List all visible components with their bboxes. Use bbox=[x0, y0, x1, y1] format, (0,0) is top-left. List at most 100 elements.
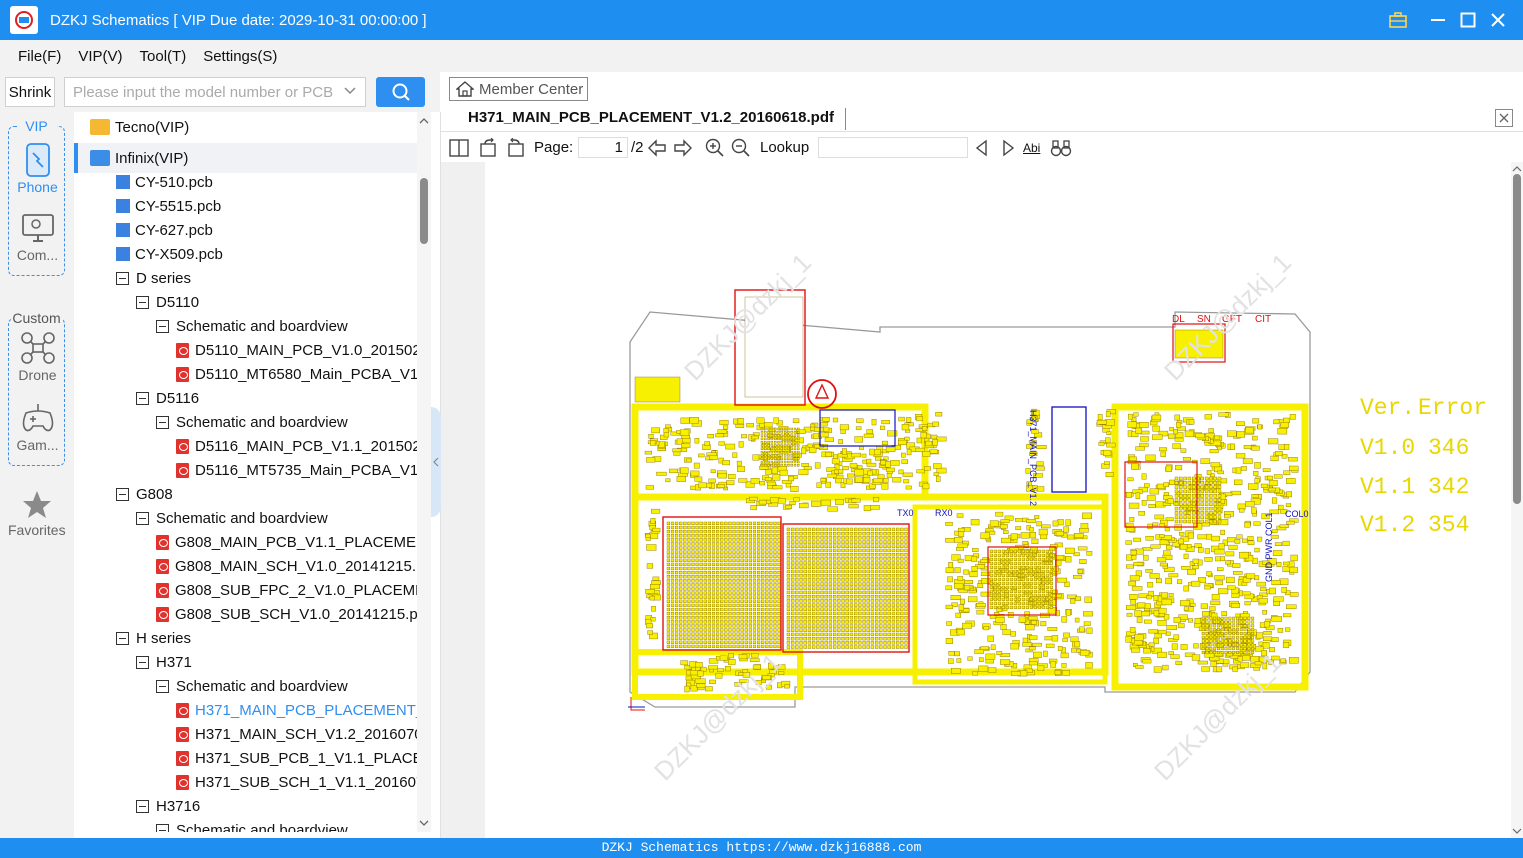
tree-item[interactable]: G808_MAIN_PCB_V1.1_PLACEMENT.p bbox=[156, 530, 417, 554]
category-game[interactable]: Gam... bbox=[9, 403, 66, 453]
shrink-button[interactable]: Shrink bbox=[5, 77, 55, 107]
pdf-file-icon bbox=[156, 606, 169, 622]
tree-item-label: Schematic and boardview bbox=[176, 317, 348, 335]
tree-item-label: D5110 bbox=[156, 293, 200, 311]
zoom-in-icon[interactable] bbox=[705, 138, 725, 158]
category-drone[interactable]: Drone bbox=[9, 331, 66, 383]
tree-item[interactable]: H371_SUB_SCH_1_V1.1_20160707. bbox=[176, 770, 417, 794]
collapse-icon bbox=[136, 511, 149, 525]
tree-item[interactable]: D5116 bbox=[136, 386, 199, 410]
zoom-out-icon[interactable] bbox=[731, 138, 751, 158]
minimize-icon[interactable] bbox=[1426, 8, 1450, 32]
close-document-icon[interactable] bbox=[1495, 109, 1513, 127]
tree-item[interactable]: H371_MAIN_PCB_PLACEMENT_V1 bbox=[176, 698, 417, 722]
tree-item[interactable]: Tecno(VIP) bbox=[90, 113, 189, 141]
tree-item[interactable]: CY-5515.pcb bbox=[116, 194, 221, 218]
tree-item[interactable]: Infinix(VIP) bbox=[74, 143, 417, 173]
previous-page-icon[interactable] bbox=[647, 138, 667, 158]
search-button[interactable] bbox=[376, 77, 425, 107]
error-row-2: 342 bbox=[1428, 474, 1469, 500]
pdf-scroll-thumb[interactable] bbox=[1513, 174, 1521, 504]
pdf-scrollbar[interactable] bbox=[1511, 162, 1523, 838]
pdf-file-icon bbox=[176, 774, 189, 790]
tree-item[interactable]: H371_SUB_PCB_1_V1.1_PLACEMEI bbox=[176, 746, 417, 770]
tree-item[interactable]: H3716 bbox=[136, 794, 200, 818]
pdf-file-icon bbox=[156, 534, 169, 550]
lookup-input[interactable] bbox=[818, 137, 968, 158]
tree-item[interactable]: Schematic and boardview bbox=[136, 506, 328, 530]
menu-tool[interactable]: Tool(T) bbox=[140, 48, 187, 65]
pdf-toolbar: Page: 1 /2 Lookup Abi bbox=[441, 133, 1523, 162]
tree-item[interactable]: CY-510.pcb bbox=[116, 170, 213, 194]
tree-item-label: H371_SUB_PCB_1_V1.1_PLACEMEI bbox=[195, 749, 417, 767]
rotate-right-icon[interactable] bbox=[505, 137, 525, 158]
tree-item[interactable]: Schematic and boardview bbox=[156, 818, 348, 832]
binoculars-icon[interactable] bbox=[1050, 138, 1072, 158]
tree-item[interactable]: Schematic and boardview bbox=[156, 410, 348, 434]
search-input[interactable] bbox=[65, 78, 335, 106]
tree-item[interactable]: D5116_MT5735_Main_PCBA_V1_S bbox=[176, 458, 417, 482]
chevron-down-icon[interactable] bbox=[343, 84, 357, 101]
find-previous-icon[interactable] bbox=[972, 138, 992, 158]
computer-icon bbox=[21, 214, 54, 242]
tree-item[interactable]: H371 bbox=[136, 650, 192, 674]
tree-item[interactable]: D5110 bbox=[136, 290, 199, 314]
tree-item[interactable]: H371_MAIN_SCH_V1.2_20160707.p bbox=[176, 722, 417, 746]
match-case-icon[interactable]: Abi bbox=[1023, 138, 1043, 158]
tree-item[interactable]: Schematic and boardview bbox=[156, 314, 348, 338]
maximize-icon[interactable] bbox=[1456, 8, 1480, 32]
briefcase-icon[interactable] bbox=[1386, 8, 1410, 32]
tree-item[interactable]: H series bbox=[116, 626, 191, 650]
collapse-handle[interactable] bbox=[431, 407, 441, 517]
category-favorites[interactable]: Favorites bbox=[8, 490, 66, 538]
tree-item[interactable]: G808 bbox=[116, 482, 173, 506]
pdf-file-icon bbox=[176, 342, 189, 358]
find-next-icon[interactable] bbox=[998, 138, 1018, 158]
next-page-icon[interactable] bbox=[673, 138, 693, 158]
search-icon bbox=[392, 83, 410, 101]
menu-settings[interactable]: Settings(S) bbox=[203, 48, 277, 65]
tree-item[interactable]: D5116_MAIN_PCB_V1.1_20150212 bbox=[176, 434, 417, 458]
tree-item[interactable]: CY-627.pcb bbox=[116, 218, 213, 242]
toggle-sidebar-icon[interactable] bbox=[449, 138, 469, 158]
model-tree: Tecno(VIP) Infinix(VIP) CY-510.pcb CY-5515.… bbox=[74, 112, 417, 832]
page-number-input[interactable]: 1 bbox=[578, 137, 628, 158]
label-gnd-pwr-col1: GND PWR COL1 bbox=[1264, 512, 1274, 582]
custom-group-label: Custom bbox=[10, 310, 63, 326]
close-icon[interactable] bbox=[1486, 8, 1510, 32]
tree-scroll-thumb[interactable] bbox=[420, 178, 428, 244]
label-tx0: TX0 bbox=[897, 508, 914, 518]
tree-item[interactable]: Schematic and boardview bbox=[156, 674, 348, 698]
category-computer[interactable]: Com... bbox=[9, 213, 66, 263]
tree-scrollbar[interactable] bbox=[417, 112, 431, 832]
menu-file[interactable]: File(F) bbox=[18, 48, 61, 65]
member-center-button[interactable]: Member Center bbox=[449, 77, 588, 101]
tree-item[interactable]: D series bbox=[116, 266, 191, 290]
chevron-left-icon bbox=[433, 457, 439, 467]
scroll-up-icon bbox=[419, 118, 429, 124]
status-bar: DZKJ Schematics https://www.dzkj16888.co… bbox=[0, 838, 1523, 858]
tree-item-label: Schematic and boardview bbox=[176, 677, 348, 695]
pdf-viewer[interactable]: H371_MAIN_PCB_V1.2 DL SN GFT CIT TX0 RX0… bbox=[441, 162, 1511, 838]
folder-open-icon bbox=[90, 150, 110, 166]
tree-item[interactable]: D5110_MT6580_Main_PCBA_V1_S bbox=[176, 362, 417, 386]
pcb-file-icon bbox=[116, 175, 130, 189]
pdf-page[interactable]: H371_MAIN_PCB_V1.2 DL SN GFT CIT TX0 RX0… bbox=[485, 162, 1511, 838]
tree-item[interactable]: D5110_MAIN_PCB_V1.0_20150210 bbox=[176, 338, 417, 362]
tree-item[interactable]: G808_SUB_FPC_2_V1.0_PLACEMENT.p bbox=[156, 578, 417, 602]
scroll-down-icon bbox=[419, 820, 429, 826]
panel-splitter[interactable] bbox=[431, 112, 441, 838]
tree-item[interactable]: CY-X509.pcb bbox=[116, 242, 223, 266]
category-rail: VIP Phone Com... Custom Drone Gam... Fav… bbox=[0, 112, 74, 838]
label-cit: CIT bbox=[1255, 314, 1271, 325]
tree-item-label: Infinix(VIP) bbox=[115, 149, 189, 167]
tree-item[interactable]: G808_MAIN_SCH_V1.0_20141215.pdf bbox=[156, 554, 417, 578]
menu-vip[interactable]: VIP(V) bbox=[78, 48, 122, 65]
category-phone[interactable]: Phone bbox=[9, 143, 66, 195]
error-header: Error bbox=[1418, 395, 1487, 421]
tree-item-label: G808_SUB_SCH_V1.0_20141215.pdf bbox=[175, 605, 417, 623]
tree-item[interactable]: G808_SUB_SCH_V1.0_20141215.pdf bbox=[156, 602, 417, 626]
document-tab[interactable]: H371_MAIN_PCB_PLACEMENT_V1.2_20160618.pd… bbox=[468, 109, 834, 126]
pcb-file-icon bbox=[116, 223, 130, 237]
rotate-left-icon[interactable] bbox=[479, 137, 499, 158]
